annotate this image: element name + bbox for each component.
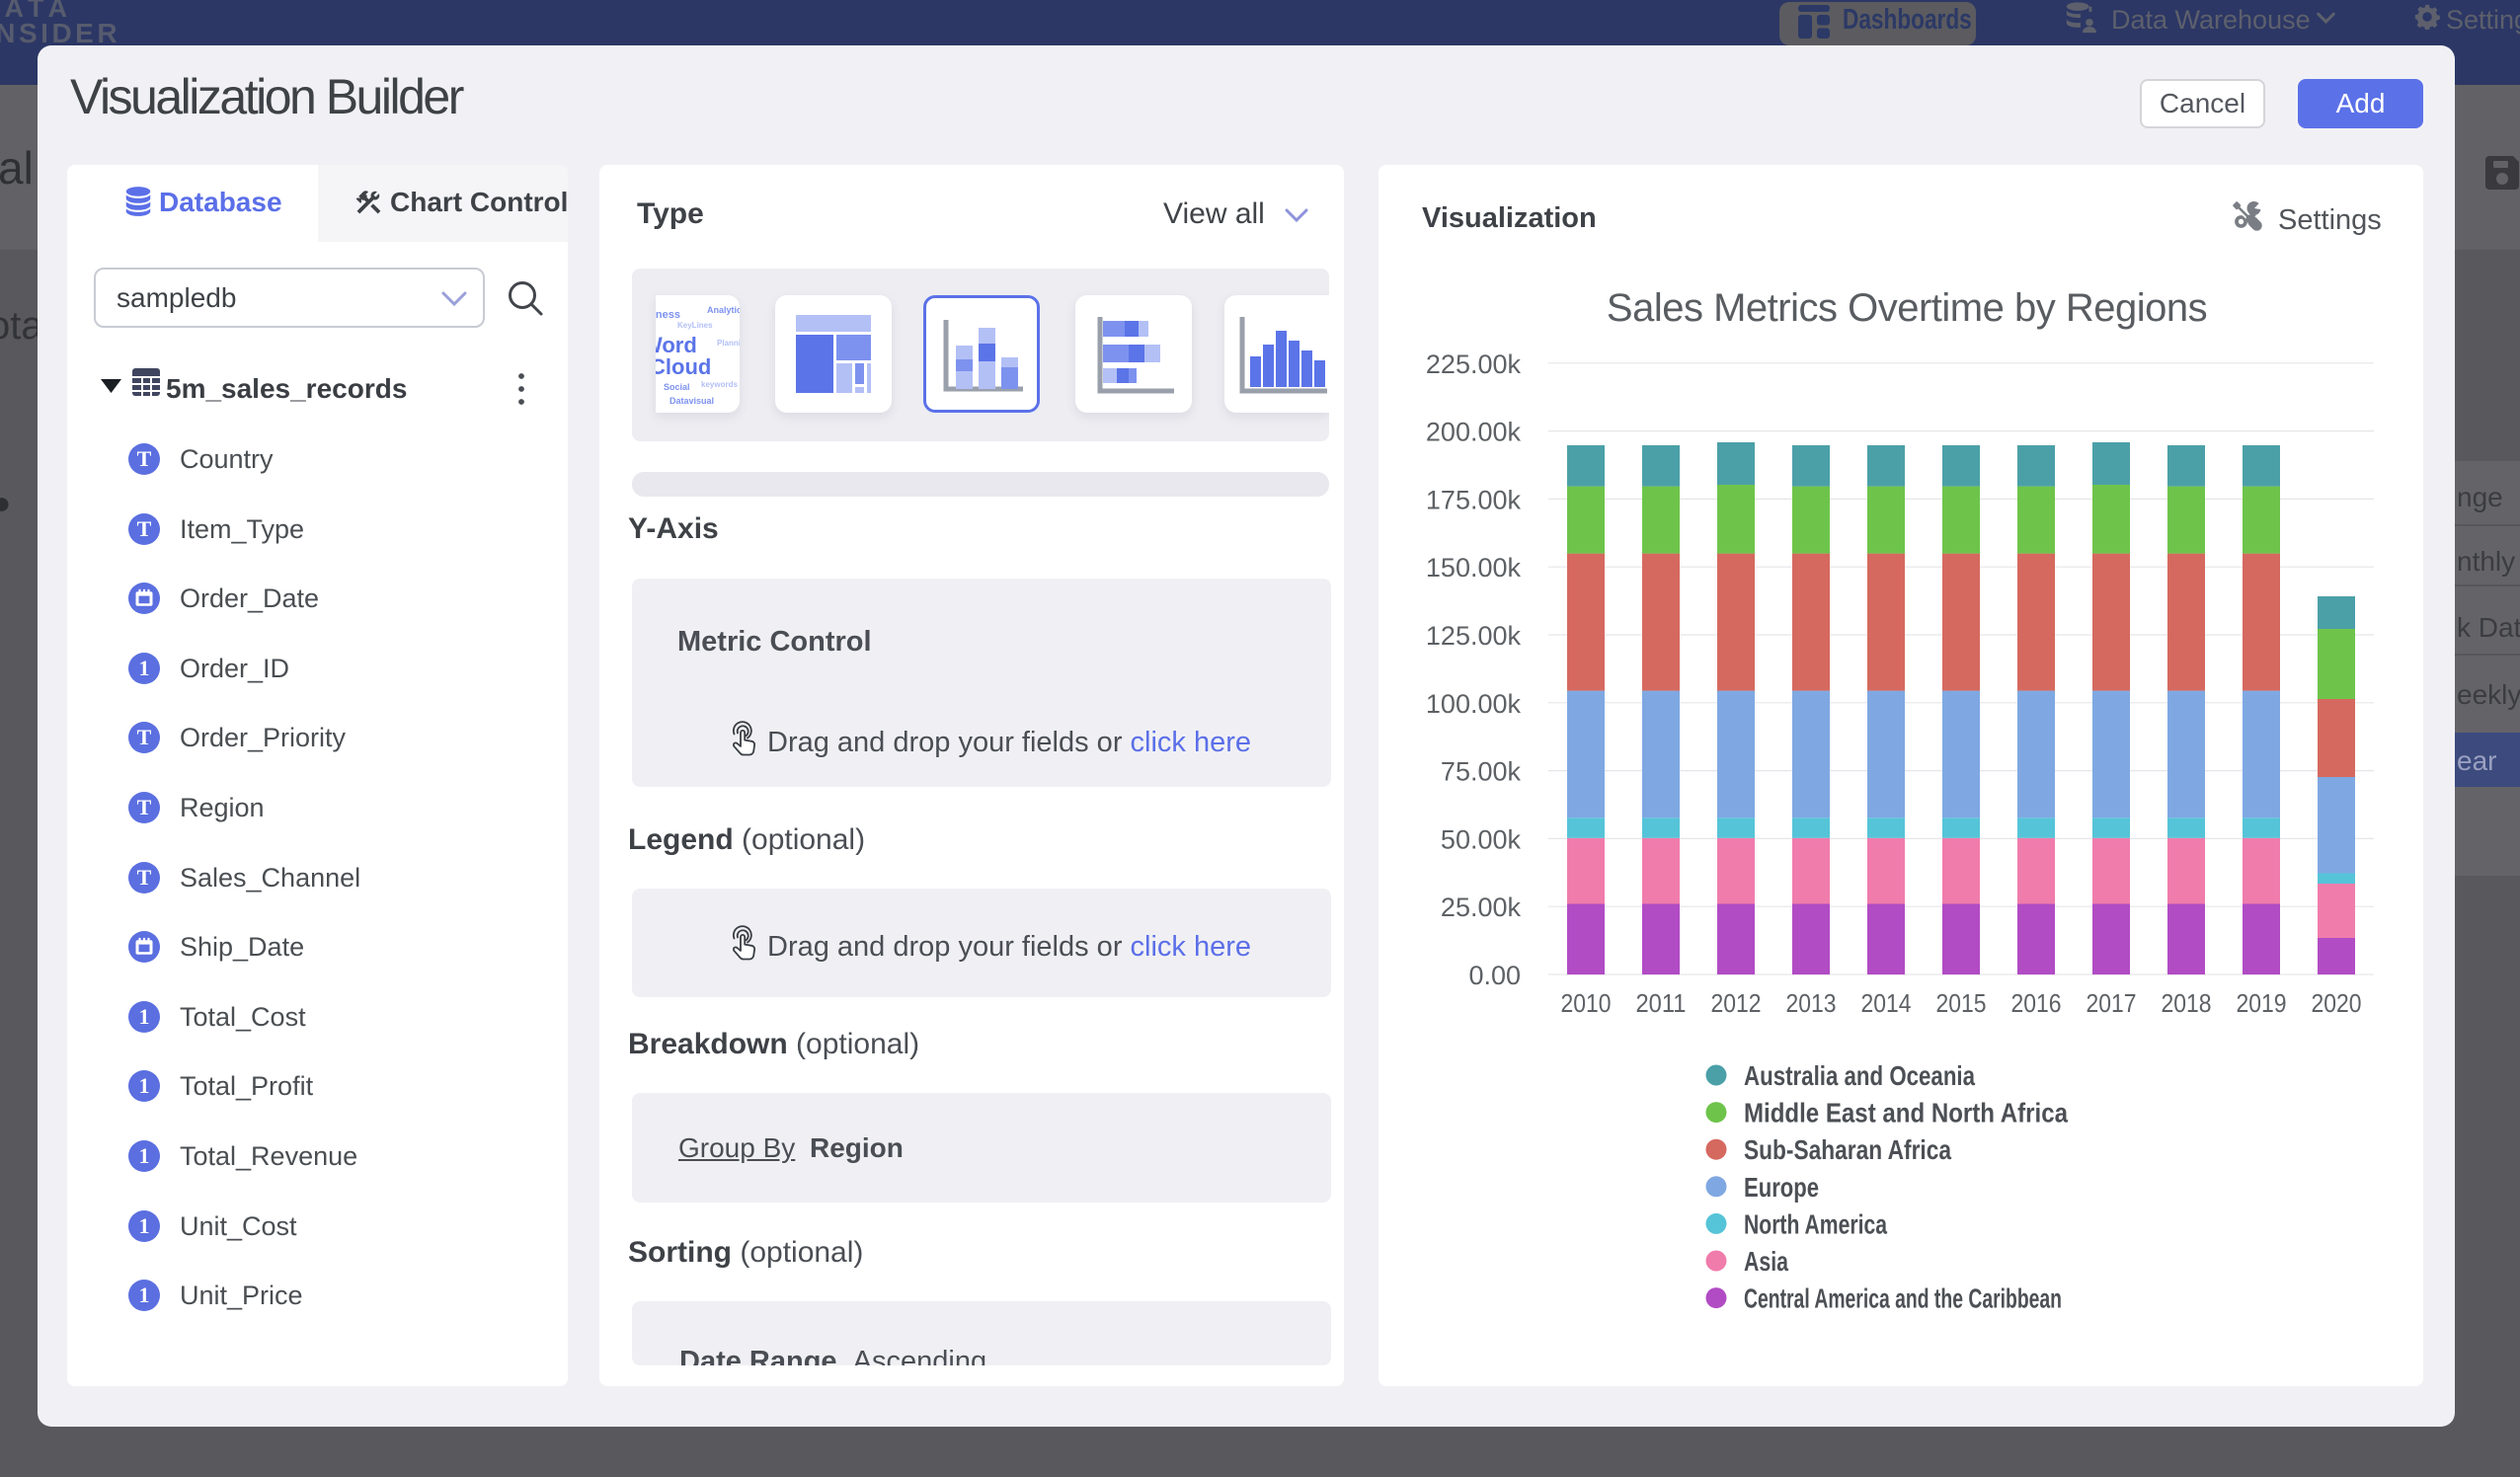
svg-text:Central America and the Caribb: Central America and the Caribbean — [1744, 1283, 2062, 1314]
svg-text:Australia and Oceania: Australia and Oceania — [1744, 1060, 1975, 1091]
svg-text:Sub-Saharan Africa: Sub-Saharan Africa — [1744, 1134, 1951, 1165]
svg-text:0.00: 0.00 — [1468, 961, 1521, 990]
svg-text:100.00k: 100.00k — [1426, 689, 1522, 719]
svg-text:Visualization: Visualization — [1422, 202, 1597, 234]
svg-text:2015: 2015 — [1936, 988, 1987, 1018]
svg-text:175.00k: 175.00k — [1426, 485, 1522, 514]
svg-text:150.00k: 150.00k — [1426, 553, 1522, 583]
svg-text:2011: 2011 — [1636, 988, 1687, 1018]
svg-text:2013: 2013 — [1786, 988, 1837, 1018]
svg-text:Middle East and North Africa: Middle East and North Africa — [1744, 1098, 2068, 1128]
svg-text:2019: 2019 — [2237, 988, 2287, 1018]
svg-text:2010: 2010 — [1561, 988, 1612, 1018]
svg-text:Asia: Asia — [1744, 1246, 1788, 1277]
svg-text:Settings: Settings — [2278, 204, 2382, 236]
svg-text:50.00k: 50.00k — [1441, 824, 1522, 854]
svg-text:25.00k: 25.00k — [1441, 893, 1522, 922]
svg-text:North America: North America — [1744, 1208, 1887, 1239]
svg-text:Europe: Europe — [1744, 1172, 1819, 1203]
svg-text:225.00k: 225.00k — [1426, 350, 1522, 379]
svg-text:2018: 2018 — [2162, 988, 2212, 1018]
svg-text:200.00k: 200.00k — [1426, 418, 1522, 447]
svg-text:2012: 2012 — [1711, 988, 1762, 1018]
svg-text:2017: 2017 — [2087, 988, 2137, 1018]
svg-text:125.00k: 125.00k — [1426, 621, 1522, 651]
svg-text:2016: 2016 — [2011, 988, 2062, 1018]
svg-text:2020: 2020 — [2312, 988, 2362, 1018]
svg-text:75.00k: 75.00k — [1441, 757, 1522, 787]
svg-text:2014: 2014 — [1861, 988, 1912, 1018]
svg-text:Sales Metrics Overtime by Regi: Sales Metrics Overtime by Regions — [1607, 286, 2207, 330]
